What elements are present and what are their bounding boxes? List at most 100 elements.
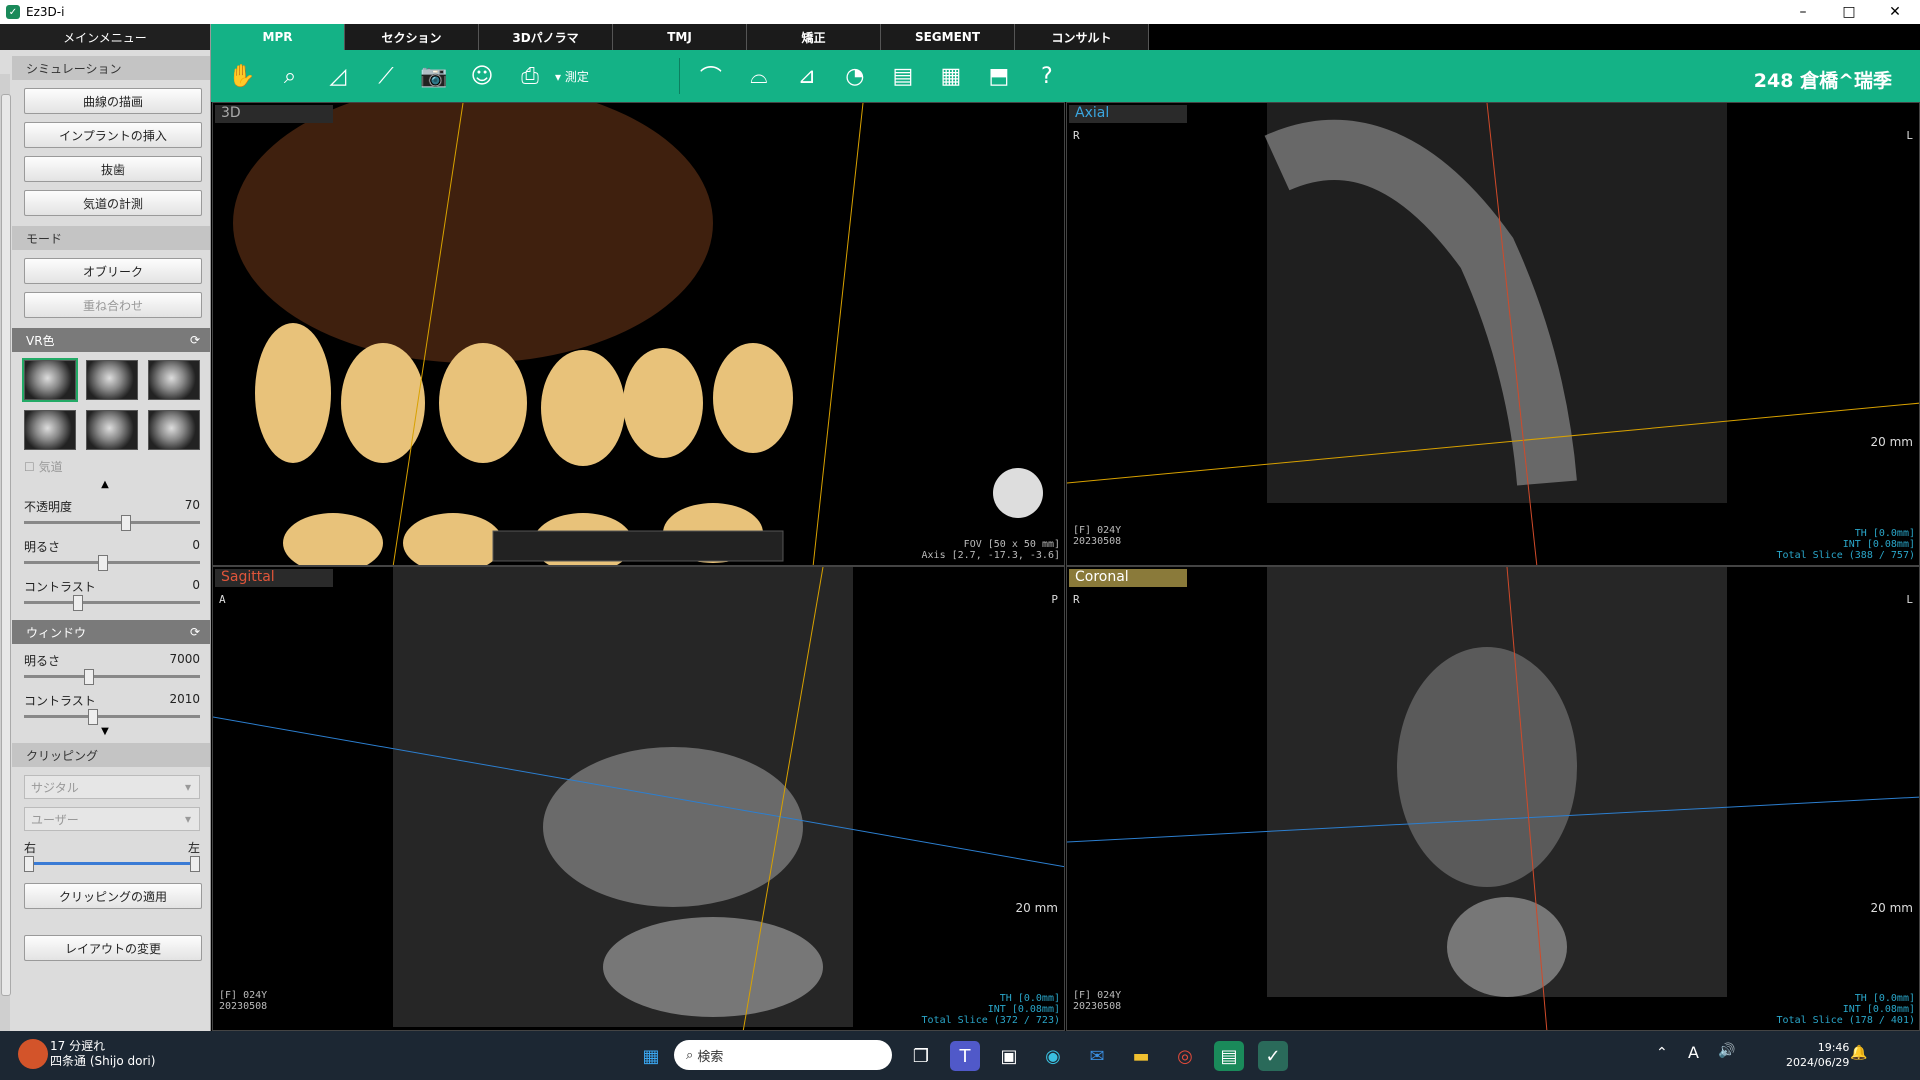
scale-bar: 20 mm (1870, 435, 1913, 449)
viewport-sagittal[interactable]: Sagittal A P 20 mm [F] 024Y 20230508 TH [… (212, 566, 1065, 1031)
airway-checkbox[interactable]: ☐ 気道 (24, 458, 200, 475)
tray-chevron-icon[interactable]: ⌃ (1656, 1045, 1668, 1061)
scale-bar: 20 mm (1015, 901, 1058, 915)
tab-mpr[interactable]: MPR (211, 24, 345, 50)
close-button[interactable]: ✕ (1872, 0, 1918, 24)
volume-icon[interactable]: ⬒ (982, 59, 1016, 93)
chrome-icon[interactable]: ◎ (1170, 1041, 1200, 1071)
patient-info: [F] 024Y 20230508 (1073, 990, 1122, 1012)
airway-measure-button[interactable]: 気道の計測 (24, 190, 202, 216)
extract-tooth-button[interactable]: 抜歯 (24, 156, 202, 182)
vr-preset-grid (22, 358, 210, 450)
sagittal-image (213, 567, 1064, 1030)
overlay-button[interactable]: 重ね合わせ (24, 292, 202, 318)
orientation-right: L (1906, 129, 1913, 142)
opacity-slider[interactable] (24, 515, 200, 531)
contrast-slider[interactable] (24, 595, 200, 611)
title-bar: ✓ Ez3D-i – □ ✕ (0, 0, 1920, 24)
collapse-up-icon[interactable]: ▲ (0, 479, 210, 490)
window-title: Ez3D-i (26, 5, 65, 19)
vr-preset-1[interactable] (22, 358, 78, 402)
sidebar-scrollbar[interactable] (0, 74, 11, 1054)
slice-info: TH [0.0mm] INT [0.08mm] Total Slice (388 /… (1776, 528, 1915, 561)
slice-info: TH [0.0mm] INT [0.08mm] Total Slice (178 /… (1776, 993, 1915, 1026)
vr-preset-2[interactable] (86, 360, 138, 400)
main-menu-sidebar: メインメニュー シミュレーション 曲線の描画 インプラントの挿入 抜歯 気道の計… (0, 24, 211, 1054)
change-layout-button[interactable]: レイアウトの変更 (24, 935, 202, 961)
refresh-icon[interactable]: ⟳ (190, 625, 200, 639)
zoom-magnifier-icon[interactable]: ⌕ (273, 59, 307, 93)
toolbar: ✋ ⌕ ◿ ⟋ 📷 ☺ ⎙ ▾ 測定 ⌒ ⌓ ⊿ ◔ ▤ ▦ ⬒ ? 248 倉… (211, 50, 1920, 102)
viewport-coronal[interactable]: Coronal R L 20 mm [F] 024Y 20230508 TH [0… (1066, 566, 1920, 1031)
task-view-icon[interactable]: ❐ (906, 1041, 936, 1071)
edge-icon[interactable]: ◉ (1038, 1041, 1068, 1071)
maximize-button[interactable]: □ (1826, 0, 1872, 24)
viewport-axial[interactable]: Axial R L 20 mm [F] 024Y 20230508 TH [0.0… (1066, 102, 1920, 566)
brightness-slider[interactable] (24, 555, 200, 571)
weather-widget[interactable]: 17 分遅れ 四条通 (Shijo dori) (50, 1039, 155, 1069)
clipping-user-select[interactable]: ユーザー ▾ (24, 807, 200, 831)
slice-info: TH [0.0mm] INT [0.08mm] Total Slice (372 /… (921, 993, 1060, 1026)
angle-triangle-icon[interactable]: ◿ (321, 59, 355, 93)
notification-icon[interactable]: 🔔 (1850, 1045, 1867, 1061)
vr-preset-5[interactable] (86, 410, 138, 450)
collapse-down-icon[interactable]: ▼ (0, 726, 210, 737)
network-volume-icon[interactable]: 🔊 (1718, 1043, 1735, 1059)
clock[interactable]: 19:46 2024/06/29 (1786, 1040, 1849, 1070)
tab-3d-panorama[interactable]: 3Dパノラマ (479, 24, 613, 50)
vr-preset-6[interactable] (148, 410, 200, 450)
ez3d-taskbar-icon[interactable]: ✓ (1258, 1041, 1288, 1071)
window-brightness-row: 明るさ 7000 (24, 652, 200, 668)
patient-name: 248 倉橋^瑞季 (1753, 70, 1892, 92)
oblique-button[interactable]: オブリーク (24, 258, 202, 284)
traffic-alert-icon[interactable] (18, 1039, 48, 1069)
export-icon[interactable]: ⎙ (513, 59, 547, 93)
vr-preset-4[interactable] (24, 410, 76, 450)
measure-dropdown[interactable]: ▾ 測定 (555, 68, 589, 85)
minimize-button[interactable]: – (1780, 0, 1826, 24)
rotate-icon[interactable]: ◔ (838, 59, 872, 93)
window-contrast-slider[interactable] (24, 709, 200, 725)
tab-orthodontic[interactable]: 矯正 (747, 24, 881, 50)
ceph-icon[interactable]: ⊿ (790, 59, 824, 93)
pan-hand-icon[interactable]: ✋ (225, 59, 259, 93)
ime-indicator[interactable]: A (1688, 1043, 1699, 1062)
store-icon[interactable]: ▣ (994, 1041, 1024, 1071)
apply-clipping-button[interactable]: クリッピングの適用 (24, 883, 202, 909)
arch-grid-icon[interactable]: ⌓ (742, 59, 776, 93)
polyline-measure-icon[interactable]: ⟋ (369, 59, 403, 93)
draw-curve-button[interactable]: 曲線の描画 (24, 88, 202, 114)
scale-bar: 20 mm (1870, 901, 1913, 915)
file-explorer-icon[interactable]: ▬ (1126, 1041, 1156, 1071)
app-icon[interactable]: ▤ (1214, 1041, 1244, 1071)
search-box[interactable]: ⌕ 検索 (674, 1040, 892, 1070)
orientation-right: L (1906, 593, 1913, 606)
brightness-row: 明るさ 0 (24, 538, 200, 554)
contrast-row: コントラスト 0 (24, 578, 200, 594)
patient-info: [F] 024Y 20230508 (1073, 525, 1122, 547)
layout-icon[interactable]: ▦ (934, 59, 968, 93)
tab-consult[interactable]: コンサルト (1015, 24, 1149, 50)
face-tool-icon[interactable]: ☺ (465, 59, 499, 93)
viewport-3d[interactable]: 3D FOV [50 x 50 mm] Axis [2.7, -17.3, -3.… (212, 102, 1065, 566)
tab-section[interactable]: セクション (345, 24, 479, 50)
clipping-plane-select[interactable]: サジタル ▾ (24, 775, 200, 799)
arch-icon[interactable]: ⌒ (694, 59, 728, 93)
vr-preset-3[interactable] (148, 360, 200, 400)
panorama-icon[interactable]: ▤ (886, 59, 920, 93)
camera-icon[interactable]: 📷 (417, 59, 451, 93)
tab-segment[interactable]: SEGMENT (881, 24, 1015, 50)
teams-icon[interactable]: T (950, 1041, 980, 1071)
section-mode: モード (12, 226, 210, 250)
refresh-icon[interactable]: ⟳ (190, 333, 200, 347)
help-icon[interactable]: ? (1030, 59, 1064, 93)
clipping-range-labels: 右左 (24, 841, 200, 855)
start-icon[interactable]: ▦ (636, 1041, 666, 1071)
main-tabs: MPR セクション 3Dパノラマ TMJ 矯正 SEGMENT コンサルト (211, 24, 1149, 50)
tab-tmj[interactable]: TMJ (613, 24, 747, 50)
opacity-knob[interactable] (121, 515, 132, 531)
clipping-range-slider[interactable] (24, 856, 200, 872)
mail-icon[interactable]: ✉ (1082, 1041, 1112, 1071)
window-brightness-slider[interactable] (24, 669, 200, 685)
insert-implant-button[interactable]: インプラントの挿入 (24, 122, 202, 148)
